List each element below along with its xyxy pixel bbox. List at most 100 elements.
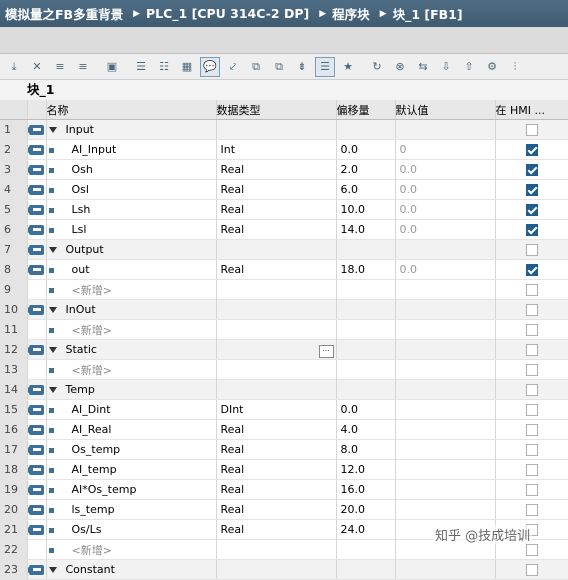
datatype-cell[interactable]: Real [216,499,337,520]
hmi-cell[interactable] [495,339,568,360]
datatype-cell[interactable]: Real [216,519,337,540]
name-cell[interactable]: <新增> [46,359,217,380]
default-cell[interactable] [395,239,496,260]
name-cell[interactable]: AI*Os_temp [46,479,217,500]
name-cell[interactable]: Static [46,339,217,360]
load-start-values-icon[interactable]: ⇟ [292,57,312,77]
name-cell[interactable]: Output [46,239,217,260]
default-cell[interactable]: 0.0 [395,259,496,280]
datatype-cell[interactable] [216,319,337,340]
hmi-checkbox[interactable] [525,424,538,436]
name-cell[interactable]: AI_Input [46,139,217,160]
go-online-icon[interactable]: ↻ [367,57,387,77]
hmi-checkbox[interactable] [525,464,538,476]
hmi-checkbox[interactable] [525,164,538,176]
default-cell[interactable]: 0.0 [395,159,496,180]
datatype-cell[interactable] [216,239,337,260]
hmi-checkbox[interactable] [525,384,538,396]
name-cell[interactable]: Os/Ls [46,519,217,540]
hmi-cell[interactable] [495,419,568,440]
datatype-column-header[interactable]: 数据类型 [216,100,337,120]
name-column-header[interactable]: 名称 [46,100,217,120]
default-column-header[interactable]: 默认值 [395,100,496,120]
expand-triangle-icon[interactable] [48,567,57,573]
datatype-cell[interactable]: Real [216,459,337,480]
datatype-cell[interactable]: Real [216,419,337,440]
grid-view-icon[interactable]: ▦ [177,57,197,77]
hmi-cell[interactable] [495,239,568,260]
table-row[interactable]: 18 AI_temp Real 12.0 [0,459,568,480]
table-row[interactable]: 5 Lsh Real 10.0 0.0 [0,199,568,220]
name-cell[interactable]: <新增> [46,319,217,340]
hmi-checkbox[interactable] [525,324,538,336]
table-row[interactable]: 9 <新增> [0,279,568,300]
datatype-cell[interactable] [216,299,337,320]
breadcrumb-block[interactable]: 块_1 [FB1] [393,4,463,23]
default-cell[interactable] [395,339,496,360]
insert-below-icon[interactable]: ≡ [73,57,93,77]
hmi-checkbox[interactable] [525,364,538,376]
hmi-checkbox[interactable] [525,484,538,496]
default-cell[interactable] [395,499,496,520]
default-cell[interactable] [395,379,496,400]
default-cell[interactable]: 0 [395,139,496,160]
table-row[interactable]: 8 out Real 18.0 0.0 [0,259,568,280]
download-icon[interactable]: ⇩ [436,57,456,77]
table-row[interactable]: 20 ls_temp Real 20.0 [0,499,568,520]
default-cell[interactable] [395,419,496,440]
name-cell[interactable]: Os_temp [46,439,217,460]
datatype-cell[interactable]: ··· [216,339,337,360]
default-cell[interactable]: 0.0 [395,199,496,220]
expand-triangle-icon[interactable] [48,347,57,353]
name-cell[interactable]: AI_temp [46,459,217,480]
datatype-cell[interactable] [216,559,337,580]
hmi-column-header[interactable]: 在 HMI ... [495,100,568,120]
hmi-cell[interactable] [495,459,568,480]
datatype-cell[interactable]: Real [216,259,337,280]
default-cell[interactable] [395,119,496,140]
comment-icon[interactable]: 💬 [200,56,220,77]
name-cell[interactable]: Osh [46,159,217,180]
hmi-cell[interactable] [495,259,568,280]
upload-icon[interactable]: ⇧ [459,57,479,77]
list-view-icon[interactable]: ☰ [315,56,335,77]
insert-above-icon[interactable]: ≡ [50,57,70,77]
default-cell[interactable]: 0.0 [395,219,496,240]
hmi-checkbox[interactable] [525,544,538,556]
table-row[interactable]: 14 Temp [0,379,568,400]
hmi-cell[interactable] [495,159,568,180]
table-row[interactable]: 17 Os_temp Real 8.0 [0,439,568,460]
hmi-checkbox[interactable] [525,284,538,296]
table-row[interactable]: 1 Input [0,119,568,140]
hmi-cell[interactable] [495,179,568,200]
table-row[interactable]: 3 Osh Real 2.0 0.0 [0,159,568,180]
table-row[interactable]: 10 InOut [0,299,568,320]
name-cell[interactable]: <新增> [46,539,217,560]
datatype-cell[interactable]: Int [216,139,337,160]
hmi-cell[interactable] [495,379,568,400]
default-cell[interactable] [395,359,496,380]
table-row[interactable]: 12 Static ··· [0,339,568,360]
datatype-cell[interactable]: Real [216,219,337,240]
default-cell[interactable] [395,299,496,320]
datatype-cell[interactable]: DInt [216,399,337,420]
name-cell[interactable]: Constant [46,559,217,580]
hmi-cell[interactable] [495,279,568,300]
name-cell[interactable]: Input [46,119,217,140]
breadcrumb-program-blocks[interactable]: 程序块 [332,4,370,23]
hmi-cell[interactable] [495,299,568,320]
name-cell[interactable]: Osl [46,179,217,200]
default-cell[interactable]: 0.0 [395,179,496,200]
name-cell[interactable]: Lsl [46,219,217,240]
expand-all-icon[interactable]: ☰ [131,57,151,77]
hmi-checkbox[interactable] [525,264,538,276]
table-row[interactable]: 2 AI_Input Int 0.0 0 [0,139,568,160]
table-row[interactable]: 19 AI*Os_temp Real 16.0 [0,479,568,500]
default-cell[interactable] [395,279,496,300]
table-row[interactable]: 6 Lsl Real 14.0 0.0 [0,219,568,240]
datatype-cell[interactable] [216,279,337,300]
hmi-cell[interactable] [495,199,568,220]
hmi-checkbox[interactable] [525,404,538,416]
hmi-cell[interactable] [495,499,568,520]
hmi-checkbox[interactable] [525,504,538,516]
